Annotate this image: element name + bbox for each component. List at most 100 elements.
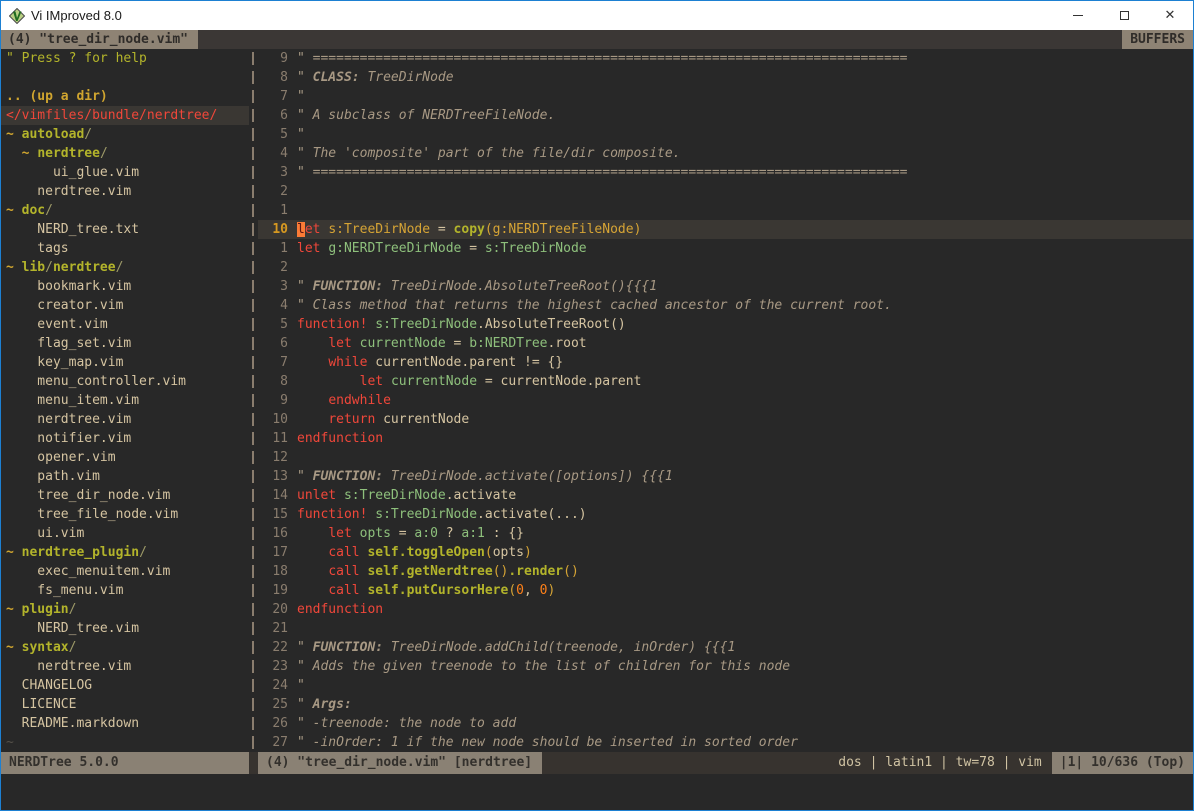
minimize-icon: [1073, 15, 1083, 16]
tab-tree-dir-node[interactable]: (4) "tree_dir_node.vim": [1, 30, 198, 49]
tree-row[interactable]: README.markdown: [6, 714, 249, 733]
window-title: Vi IMproved 8.0: [31, 8, 122, 23]
line-text: " A subclass of NERDTreeFileNode.: [288, 106, 555, 125]
code-line[interactable]: 10let s:TreeDirNode = copy(g:NERDTreeFil…: [258, 220, 1193, 239]
code-line[interactable]: 26" -treenode: the node to add: [258, 714, 1193, 733]
code-line[interactable]: 9" =====================================…: [258, 49, 1193, 68]
statusline-position: |1| 10/636 (Top): [1052, 752, 1193, 774]
code-line[interactable]: 4" Class method that returns the highest…: [258, 296, 1193, 315]
tree-row[interactable]: nerdtree.vim: [6, 657, 249, 676]
code-line[interactable]: 8 let currentNode = currentNode.parent: [258, 372, 1193, 391]
tree-row[interactable]: .. (up a dir): [6, 87, 249, 106]
tree-row[interactable]: tree_file_node.vim: [6, 505, 249, 524]
code-line[interactable]: 2: [258, 182, 1193, 201]
line-number: 9: [258, 49, 288, 68]
code-line[interactable]: 23" Adds the given treenode to the list …: [258, 657, 1193, 676]
close-button[interactable]: ✕: [1147, 1, 1193, 30]
tree-row[interactable]: ~ syntax/: [6, 638, 249, 657]
tree-row[interactable]: menu_controller.vim: [6, 372, 249, 391]
tree-row[interactable]: </vimfiles/bundle/nerdtree/: [1, 106, 249, 125]
code-line[interactable]: 15function! s:TreeDirNode.activate(...): [258, 505, 1193, 524]
code-buffer: 9" =====================================…: [258, 49, 1193, 752]
tree-row[interactable]: NERD_tree.vim: [6, 619, 249, 638]
tree-row[interactable]: ~ doc/: [6, 201, 249, 220]
code-line[interactable]: 3" =====================================…: [258, 163, 1193, 182]
line-number: 8: [258, 372, 288, 391]
tree-row[interactable]: LICENCE: [6, 695, 249, 714]
tree-row[interactable]: nerdtree.vim: [6, 410, 249, 429]
line-text: let g:NERDTreeDirNode = s:TreeDirNode: [288, 239, 587, 258]
code-line[interactable]: 21: [258, 619, 1193, 638]
tree-row[interactable]: path.vim: [6, 467, 249, 486]
tree-row[interactable]: ~ plugin/: [6, 600, 249, 619]
line-number: 14: [258, 486, 288, 505]
tree-row[interactable]: notifier.vim: [6, 429, 249, 448]
tree-row[interactable]: ~ nerdtree/: [6, 144, 249, 163]
minimize-button[interactable]: [1055, 1, 1101, 30]
code-line[interactable]: 5": [258, 125, 1193, 144]
statusline-gap: [249, 752, 258, 774]
tree-row[interactable]: ~ nerdtree_plugin/: [6, 543, 249, 562]
line-text: " Adds the given treenode to the list of…: [288, 657, 790, 676]
title-bar: Vi IMproved 8.0 ✕: [1, 1, 1193, 30]
tree-row[interactable]: opener.vim: [6, 448, 249, 467]
code-line[interactable]: 5function! s:TreeDirNode.AbsoluteTreeRoo…: [258, 315, 1193, 334]
code-line[interactable]: 19 call self.putCursorHere(0, 0): [258, 581, 1193, 600]
tree-row[interactable]: [6, 68, 249, 87]
tree-row[interactable]: tags: [6, 239, 249, 258]
maximize-button[interactable]: [1101, 1, 1147, 30]
line-text: function! s:TreeDirNode.AbsoluteTreeRoot…: [288, 315, 626, 334]
tree-row[interactable]: ~: [6, 733, 249, 752]
statusline-fill: [542, 752, 838, 774]
tree-row[interactable]: flag_set.vim: [6, 334, 249, 353]
tree-row[interactable]: menu_item.vim: [6, 391, 249, 410]
code-line[interactable]: 16 let opts = a:0 ? a:1 : {}: [258, 524, 1193, 543]
nerdtree-panel: " Press ? for help .. (up a dir)</vimfile…: [1, 49, 249, 752]
tree-row[interactable]: creator.vim: [6, 296, 249, 315]
code-line[interactable]: 8" CLASS: TreeDirNode: [258, 68, 1193, 87]
line-number: 25: [258, 695, 288, 714]
code-line[interactable]: 10 return currentNode: [258, 410, 1193, 429]
code-line[interactable]: 7 while currentNode.parent != {}: [258, 353, 1193, 372]
tree-row[interactable]: ui.vim: [6, 524, 249, 543]
tree-row[interactable]: exec_menuitem.vim: [6, 562, 249, 581]
code-line[interactable]: 17 call self.toggleOpen(opts): [258, 543, 1193, 562]
code-line[interactable]: 27" -inOrder: 1 if the new node should b…: [258, 733, 1193, 752]
code-line[interactable]: 24": [258, 676, 1193, 695]
code-line[interactable]: 9 endwhile: [258, 391, 1193, 410]
tree-row[interactable]: " Press ? for help: [6, 49, 249, 68]
tree-row[interactable]: CHANGELOG: [6, 676, 249, 695]
command-line[interactable]: [1, 774, 1193, 810]
tree-row[interactable]: NERD_tree.txt: [6, 220, 249, 239]
tree-row[interactable]: nerdtree.vim: [6, 182, 249, 201]
tree-row[interactable]: ~ lib/nerdtree/: [6, 258, 249, 277]
code-line[interactable]: 7": [258, 87, 1193, 106]
code-line[interactable]: 14unlet s:TreeDirNode.activate: [258, 486, 1193, 505]
line-text: " CLASS: TreeDirNode: [288, 68, 454, 87]
code-line[interactable]: 1let g:NERDTreeDirNode = s:TreeDirNode: [258, 239, 1193, 258]
tree-row[interactable]: bookmark.vim: [6, 277, 249, 296]
code-line[interactable]: 2: [258, 258, 1193, 277]
code-line[interactable]: 12: [258, 448, 1193, 467]
code-line[interactable]: 18 call self.getNerdtree().render(): [258, 562, 1193, 581]
code-line[interactable]: 6" A subclass of NERDTreeFileNode.: [258, 106, 1193, 125]
code-line[interactable]: 25" Args:: [258, 695, 1193, 714]
code-line[interactable]: 11endfunction: [258, 429, 1193, 448]
code-line[interactable]: 6 let currentNode = b:NERDTree.root: [258, 334, 1193, 353]
line-text: [288, 619, 297, 638]
tree-row[interactable]: key_map.vim: [6, 353, 249, 372]
tree-row[interactable]: event.vim: [6, 315, 249, 334]
line-text: call self.putCursorHere(0, 0): [288, 581, 555, 600]
tree-row[interactable]: fs_menu.vim: [6, 581, 249, 600]
code-line[interactable]: 1: [258, 201, 1193, 220]
code-line[interactable]: 22" FUNCTION: TreeDirNode.addChild(treen…: [258, 638, 1193, 657]
tree-row[interactable]: ui_glue.vim: [6, 163, 249, 182]
tree-row[interactable]: tree_dir_node.vim: [6, 486, 249, 505]
code-line[interactable]: 13" FUNCTION: TreeDirNode.activate([opti…: [258, 467, 1193, 486]
code-line[interactable]: 4" The 'composite' part of the file/dir …: [258, 144, 1193, 163]
tree-row[interactable]: ~ autoload/: [6, 125, 249, 144]
code-line[interactable]: 3" FUNCTION: TreeDirNode.AbsoluteTreeRoo…: [258, 277, 1193, 296]
window-split-separator[interactable]: [249, 49, 258, 752]
line-text: let opts = a:0 ? a:1 : {}: [288, 524, 524, 543]
code-line[interactable]: 20endfunction: [258, 600, 1193, 619]
